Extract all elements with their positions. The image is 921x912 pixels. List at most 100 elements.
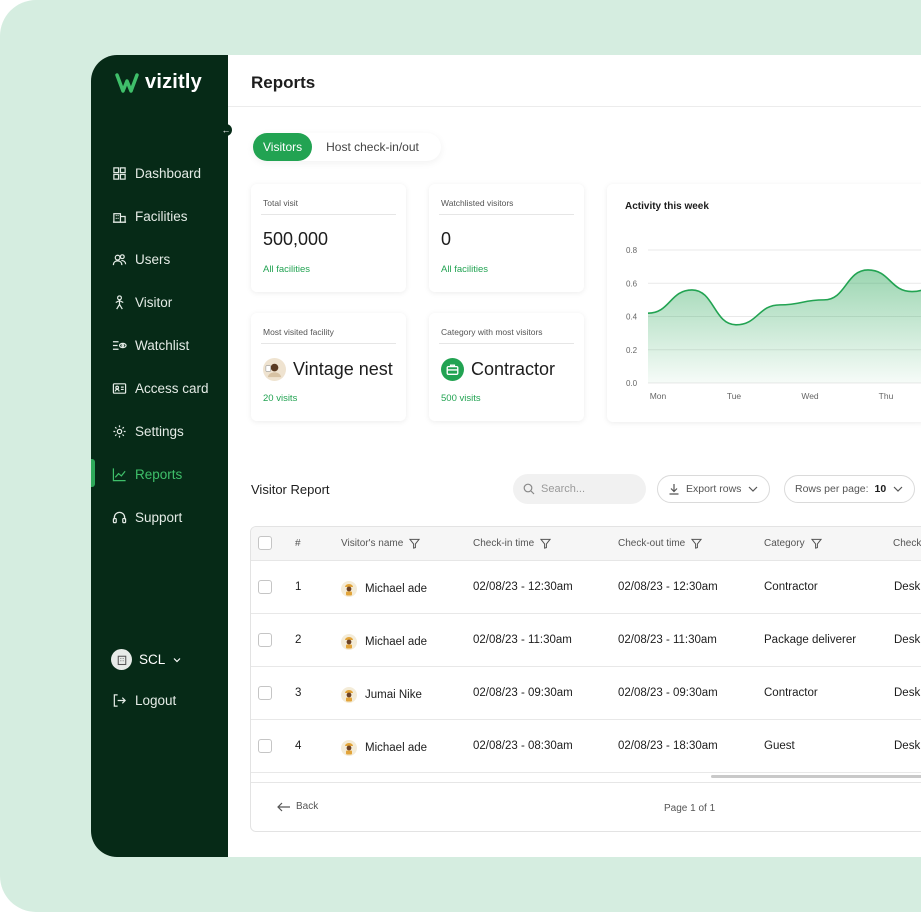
logout-button[interactable]: Logout bbox=[112, 693, 176, 708]
sidebar-item-label: Facilities bbox=[135, 208, 188, 224]
divider bbox=[439, 214, 574, 215]
sidebar-item-access-card[interactable]: Access card bbox=[112, 376, 222, 400]
x-tick-label: Thu bbox=[879, 391, 894, 401]
category-cell: Contractor bbox=[764, 687, 818, 699]
id-card-icon bbox=[112, 382, 127, 394]
sidebar-item-support[interactable]: Support bbox=[112, 505, 222, 529]
column-header-visitor-name[interactable]: Visitor's name bbox=[341, 538, 421, 549]
search-input[interactable]: Search... bbox=[513, 474, 646, 504]
category-cell: Contractor bbox=[764, 581, 818, 593]
sidebar-item-label: Visitor bbox=[135, 294, 173, 310]
visitor-name-cell: Jumai Nike bbox=[341, 687, 422, 703]
table-row[interactable]: 4 Michael ade 02/08/23 - 08:30am 02/08/2… bbox=[251, 720, 921, 773]
card-label: Watchlisted visitors bbox=[441, 198, 514, 208]
card-link[interactable]: All facilities bbox=[441, 264, 488, 275]
stat-card-watchlisted: Watchlisted visitors 0 All facilities bbox=[429, 184, 584, 292]
table-row[interactable]: 3 Jumai Nike 02/08/23 - 09:30am 02/08/23… bbox=[251, 667, 921, 720]
card-link[interactable]: 500 visits bbox=[441, 393, 481, 404]
select-all-checkbox[interactable] bbox=[258, 536, 272, 550]
report-title: Visitor Report bbox=[251, 482, 330, 497]
chevron-down-icon bbox=[893, 486, 903, 492]
check-in-cell: 02/08/23 - 09:30am bbox=[473, 687, 573, 699]
org-switcher[interactable]: SCL bbox=[111, 649, 182, 670]
building-icon bbox=[117, 655, 126, 665]
rows-per-page-value: 10 bbox=[874, 483, 887, 495]
visitor-avatar bbox=[341, 740, 357, 756]
filter-icon[interactable] bbox=[810, 538, 822, 549]
visitor-name-cell: Michael ade bbox=[341, 634, 427, 650]
card-label: Total visit bbox=[263, 198, 298, 208]
sidebar-item-reports[interactable]: Reports bbox=[112, 462, 222, 486]
table-row[interactable]: 2 Michael ade 02/08/23 - 11:30am 02/08/2… bbox=[251, 614, 921, 667]
brand-name: vizitly bbox=[145, 71, 202, 93]
search-placeholder: Search... bbox=[541, 483, 586, 495]
card-link[interactable]: 20 visits bbox=[263, 393, 297, 404]
row-checkbox[interactable] bbox=[258, 633, 272, 647]
watchlist-icon bbox=[112, 340, 127, 350]
check-out-cell: 02/08/23 - 18:30am bbox=[618, 740, 718, 752]
sidebar-item-settings[interactable]: Settings bbox=[112, 419, 222, 443]
tab-host-check-in-out[interactable]: Host check-in/out bbox=[316, 133, 429, 161]
check-in-cell: 02/08/23 - 11:30am bbox=[473, 634, 572, 646]
rows-per-page-select[interactable]: Rows per page: 10 bbox=[784, 475, 916, 503]
brand-logo[interactable]: vizitly bbox=[115, 71, 202, 94]
back-button[interactable]: Back bbox=[277, 801, 318, 812]
row-number: 1 bbox=[295, 581, 302, 593]
building-icon bbox=[112, 212, 127, 223]
activity-chart: 0.8 0.6 0.4 0.2 0.0 Mon Tue Wed Thu bbox=[626, 246, 921, 401]
category-name: Contractor bbox=[471, 359, 556, 379]
card-value: 500,000 bbox=[263, 229, 329, 249]
chevron-down-icon bbox=[173, 657, 181, 662]
arrow-left-icon bbox=[277, 802, 290, 811]
stat-card-top-category: Category with most visitors Contractor 5… bbox=[429, 313, 584, 421]
column-header-check-in-time[interactable]: Check-in time bbox=[473, 538, 552, 549]
series-area bbox=[648, 269, 921, 383]
horizontal-scrollbar[interactable] bbox=[711, 775, 921, 778]
card-link[interactable]: All facilities bbox=[263, 264, 310, 275]
sidebar-item-label: Settings bbox=[135, 423, 184, 439]
category-cell: Guest bbox=[764, 740, 795, 752]
y-tick-label: 0.4 bbox=[626, 313, 638, 322]
sidebar-item-visitor[interactable]: Visitor bbox=[112, 290, 222, 314]
row-checkbox[interactable] bbox=[258, 580, 272, 594]
check-out-cell: 02/08/23 - 12:30am bbox=[618, 581, 718, 593]
rows-per-page-label: Rows per page: bbox=[795, 483, 869, 495]
table-row[interactable]: 1 Michael ade 02/08/23 - 12:30am 02/08/2… bbox=[251, 561, 921, 614]
card-value: 0 bbox=[441, 229, 452, 249]
sidebar-item-label: Watchlist bbox=[135, 337, 190, 353]
y-tick-label: 0.2 bbox=[626, 346, 638, 355]
table-footer: Back Page 1 of 1 bbox=[251, 782, 921, 831]
sidebar-item-users[interactable]: Users bbox=[112, 247, 222, 271]
column-header-category[interactable]: Category bbox=[764, 538, 822, 549]
check-out-cell: 02/08/23 - 09:30am bbox=[618, 687, 718, 699]
export-rows-button[interactable]: Export rows bbox=[657, 475, 771, 503]
y-tick-label: 0.8 bbox=[626, 246, 638, 255]
activity-chart-card: Activity this week 0.8 0.6 0.4 0.2 0.0 Mon Tue… bbox=[607, 184, 921, 422]
page-indicator: Page 1 of 1 bbox=[664, 803, 716, 814]
row-checkbox[interactable] bbox=[258, 686, 272, 700]
sidebar-item-label: Reports bbox=[135, 466, 183, 482]
sidebar-item-watchlist[interactable]: Watchlist bbox=[112, 333, 222, 357]
visitor-name-cell: Michael ade bbox=[341, 740, 427, 756]
logout-label: Logout bbox=[135, 693, 177, 708]
gear-icon bbox=[113, 424, 126, 438]
column-header-number: # bbox=[295, 538, 301, 549]
tab-visitors[interactable]: Visitors bbox=[253, 133, 313, 161]
org-name: SCL bbox=[139, 652, 166, 667]
vizitly-logo-icon bbox=[115, 72, 139, 93]
row-checkbox[interactable] bbox=[258, 739, 272, 753]
sidebar-item-facilities[interactable]: Facilities bbox=[112, 204, 222, 228]
filter-icon[interactable] bbox=[540, 538, 552, 549]
person-icon bbox=[115, 294, 124, 309]
x-tick-label: Mon bbox=[650, 391, 667, 401]
sidebar-item-dashboard[interactable]: Dashboard bbox=[112, 161, 222, 185]
visitor-report-table: # Visitor's name Check-in time Check-out… bbox=[250, 526, 921, 832]
search-icon bbox=[523, 483, 535, 495]
visitor-name-cell: Michael ade bbox=[341, 581, 427, 597]
divider bbox=[261, 214, 396, 215]
filter-icon[interactable] bbox=[691, 538, 703, 549]
x-tick-label: Tue bbox=[727, 391, 742, 401]
column-header-check-out-time[interactable]: Check-out time bbox=[618, 538, 703, 549]
visitor-avatar bbox=[341, 687, 357, 703]
filter-icon[interactable] bbox=[409, 538, 421, 549]
